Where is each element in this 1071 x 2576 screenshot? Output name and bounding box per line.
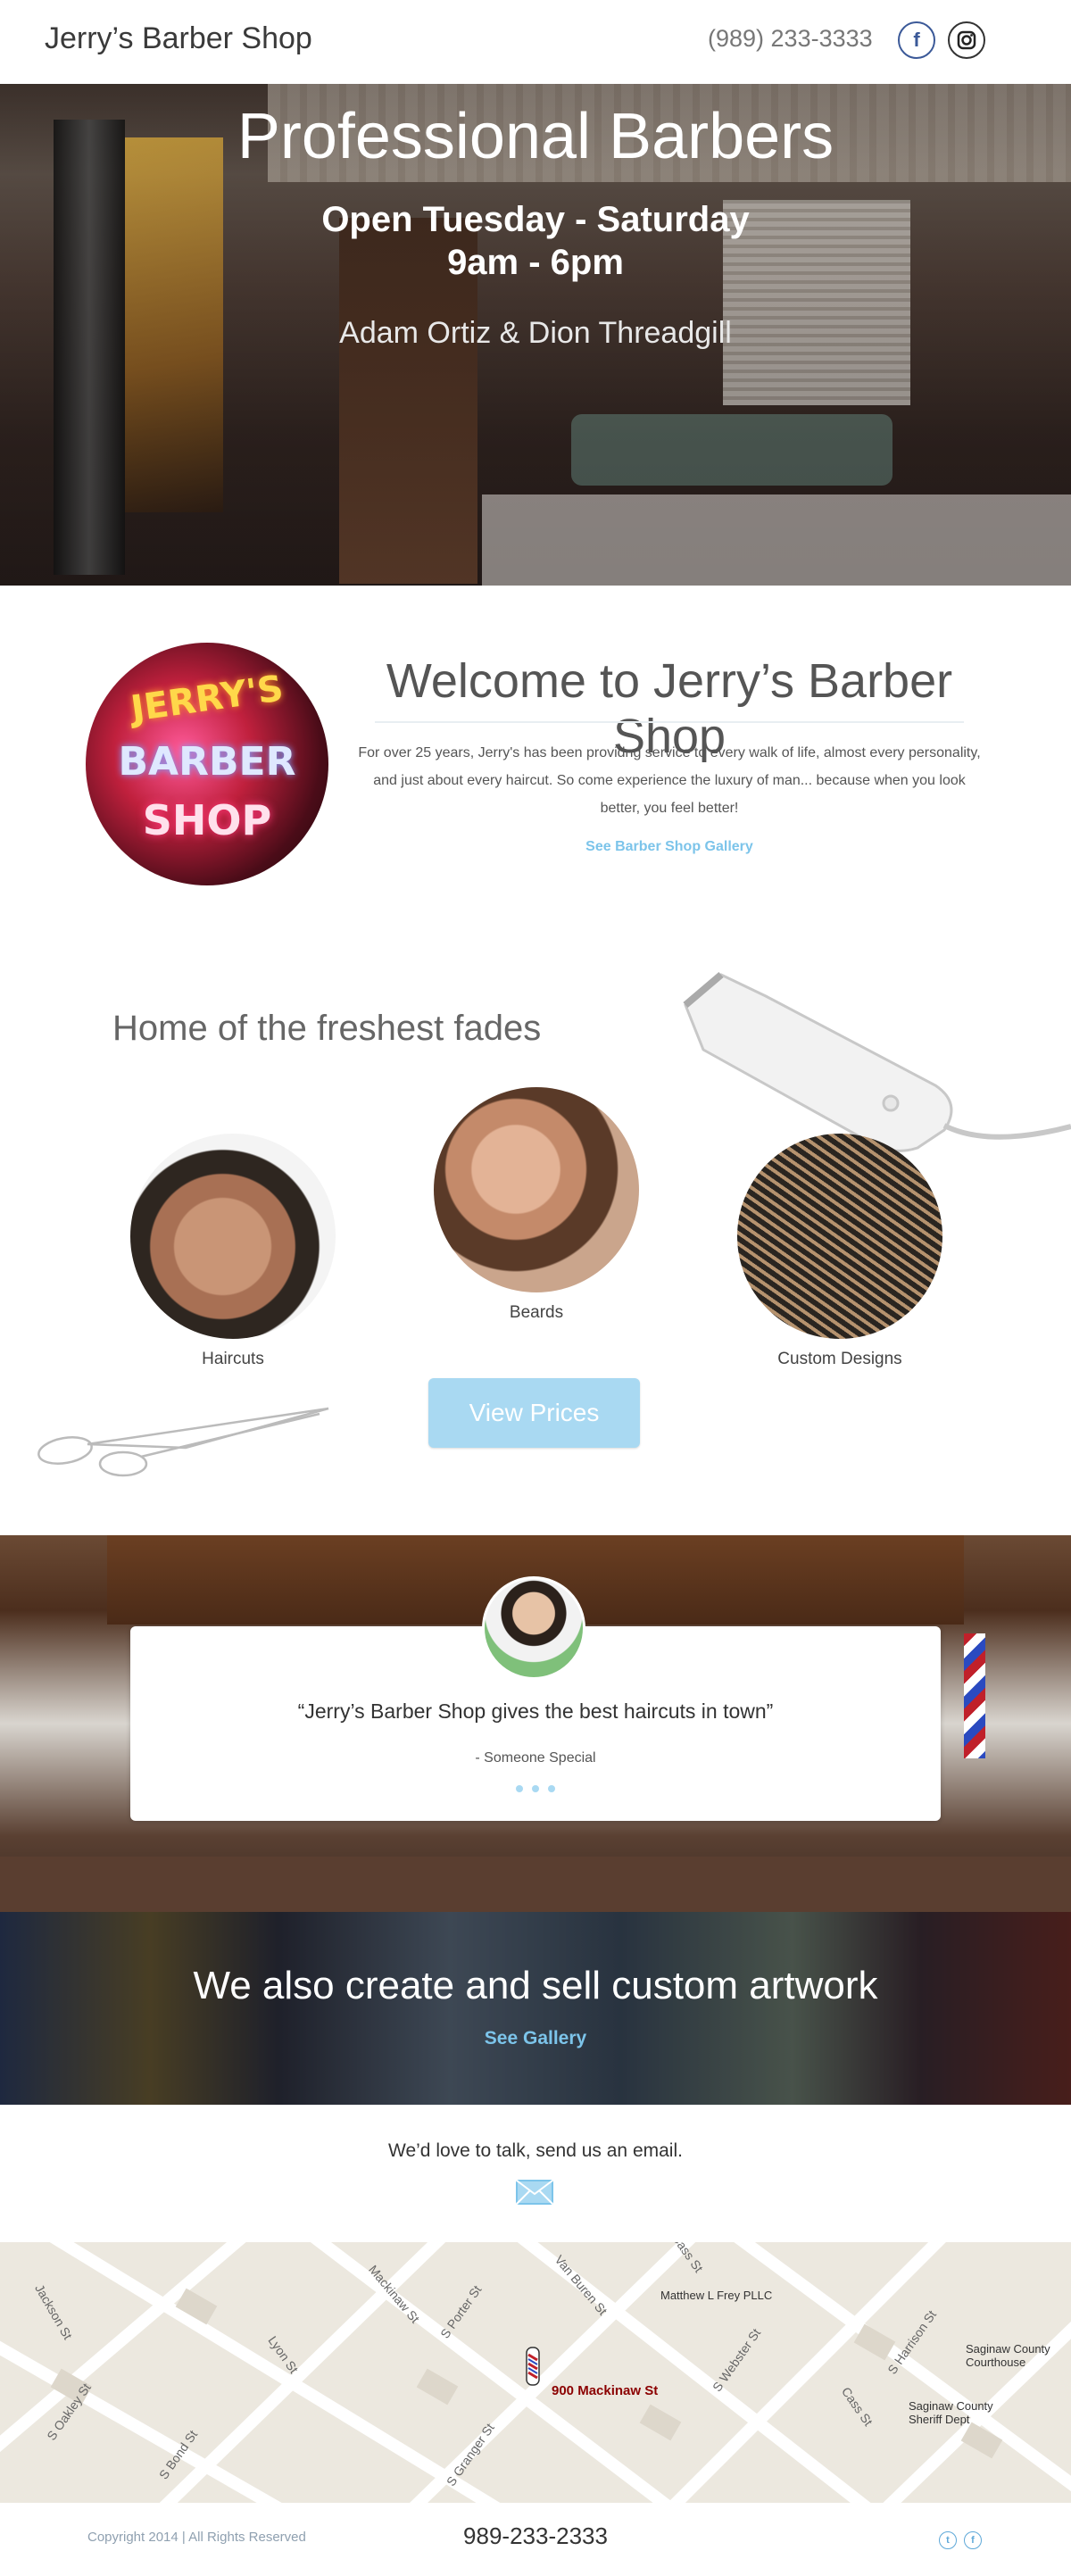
location-map[interactable]: Jackson St Lyon St S Oakley St S Bond St… [0,2242,1071,2503]
email-icon[interactable] [516,2180,553,2205]
carousel-dot-3[interactable] [548,1785,555,1792]
footer-phone[interactable]: 989-233-2333 [0,2522,1071,2550]
carousel-dot-2[interactable] [532,1785,539,1792]
brand-name[interactable]: Jerry’s Barber Shop [45,21,312,56]
testimonial-avatar [482,1576,585,1680]
testimonial-author: - Someone Special [475,1750,596,1766]
neon-line-1: JERRY'S [128,668,286,730]
haircuts-caption: Haircuts [202,1350,264,1368]
map-pin-label[interactable]: 900 Mackinaw St [552,2383,658,2398]
neon-line-3: SHOP [142,796,272,844]
hero-open-days: Open Tuesday - Saturday [321,200,750,239]
hero-barbers: Adam Ortiz & Dion Threadgill [339,316,732,350]
place-frey: Matthew L Frey PLLC [660,2289,773,2302]
hero-chairs [571,414,892,486]
scissors-image [37,1407,329,1477]
twitter-icon[interactable]: t [939,2531,957,2549]
map-streets [0,2242,1071,2503]
view-prices-button[interactable]: View Prices [428,1378,640,1448]
artwork-gallery-link[interactable]: See Gallery [0,2028,1071,2049]
map-pin-pole [526,2347,540,2386]
instagram-glyph [957,30,976,50]
barber-gallery-link[interactable]: See Barber Shop Gallery [353,839,986,855]
welcome-text: For over 25 years, Jerry's has been prov… [358,745,981,816]
facebook-icon[interactable]: f [898,21,935,59]
beards-image[interactable] [434,1087,639,1292]
contact-text: We’d love to talk, send us an email. [388,2140,683,2161]
custom-designs-image[interactable] [737,1134,942,1339]
fades-title: Home of the freshest fades [112,1009,542,1048]
beards-caption: Beards [509,1303,564,1322]
custom-designs-caption: Custom Designs [777,1350,902,1368]
hero-sink [482,494,1071,586]
neon-line-2: BARBER [118,739,296,785]
instagram-icon[interactable] [948,21,985,59]
hero-hours: 9am - 6pm [447,243,624,282]
artwork-background [0,1912,1071,2105]
footer-facebook-glyph: f [971,2535,975,2546]
hero-title: Professional Barbers [237,101,834,172]
barber-pole-decor [964,1633,985,1758]
carousel-dot-1[interactable] [516,1785,523,1792]
haircuts-image[interactable] [130,1134,336,1339]
welcome-divider [375,721,964,723]
header-phone[interactable]: (989) 233-3333 [708,25,873,53]
counter [0,1857,1071,1912]
neon-sign-image: JERRY'S BARBER SHOP [86,643,328,885]
artwork-title: We also create and sell custom artwork [193,1964,878,2007]
place-sheriff: Saginaw County Sheriff Dept [909,2399,993,2426]
testimonial-quote: “Jerry’s Barber Shop gives the best hair… [297,1699,774,1723]
footer-facebook-icon[interactable]: f [964,2531,982,2549]
site-header: Jerry’s Barber Shop (989) 233-3333 f [0,0,1071,84]
place-courthouse: Saginaw County Courthouse [966,2342,1050,2369]
twitter-icon-glyph: t [946,2535,950,2546]
facebook-icon-glyph: f [913,29,920,51]
